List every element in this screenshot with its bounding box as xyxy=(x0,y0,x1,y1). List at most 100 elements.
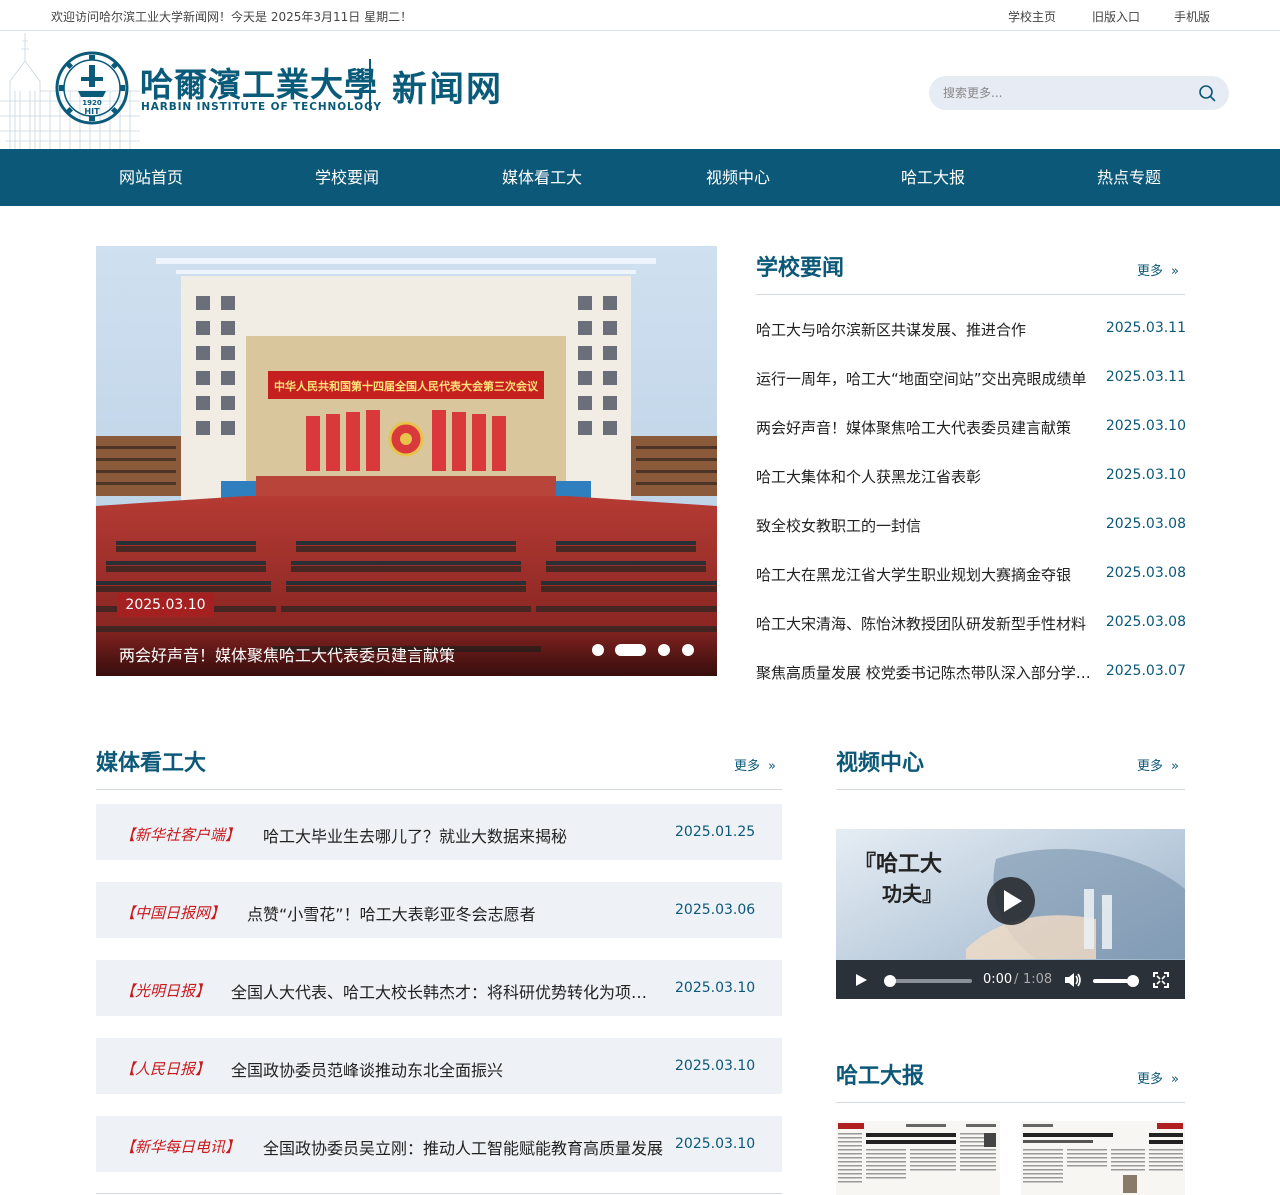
news-date: 2025.03.07 xyxy=(1105,663,1186,679)
section-divider xyxy=(756,294,1185,295)
media-source: 【人民日报】 xyxy=(120,1060,211,1078)
media-item[interactable]: 【新华社客户端】 哈工大毕业生去哪儿了？就业大数据来揭秘 2025.01.25 xyxy=(96,804,782,860)
news-title[interactable]: 哈工大宋清海、陈怡沐教授团队研发新型手性材料 xyxy=(756,613,1096,634)
media-title[interactable]: 全国政协委员范峰谈推动东北全面振兴 xyxy=(231,1057,662,1081)
carousel-dot[interactable] xyxy=(658,644,670,656)
fullscreen-icon[interactable] xyxy=(1153,972,1169,988)
media-date: 2025.03.10 xyxy=(675,1136,756,1152)
news-date: 2025.03.11 xyxy=(1105,320,1186,336)
nav-video[interactable]: 视频中心 xyxy=(658,149,818,206)
video-more[interactable]: 更多 » xyxy=(1137,755,1179,774)
news-title[interactable]: 哈工大在黑龙江省大学生职业规划大赛摘金夺银 xyxy=(756,564,1096,585)
volume-icon[interactable] xyxy=(1064,972,1082,988)
university-name-cn: 哈爾濱工業大學 xyxy=(140,65,378,104)
school-news-item[interactable]: 致全校女教职工的一封信 2025.03.08 xyxy=(756,515,1186,539)
school-news-item[interactable]: 哈工大宋清海、陈怡沐教授团队研发新型手性材料 2025.03.08 xyxy=(756,613,1186,637)
media-date: 2025.01.25 xyxy=(675,824,756,840)
media-title[interactable]: 哈工大毕业生去哪儿了？就业大数据来揭秘 xyxy=(263,823,663,847)
media-item[interactable]: 【光明日报】 全国人大代表、哈工大校长韩杰才：将科研优势转化为项目优势 2025… xyxy=(96,960,782,1016)
news-date: 2025.03.10 xyxy=(1105,418,1186,434)
school-news-item[interactable]: 两会好声音！媒体聚焦哈工大代表委员建言献策 2025.03.10 xyxy=(756,417,1186,441)
media-title[interactable]: 全国政协委员吴立刚：推动人工智能赋能教育高质量发展 xyxy=(263,1135,671,1159)
media-title[interactable]: 点赞“小雪花”！哈工大表彰亚冬会志愿者 xyxy=(247,901,663,925)
media-date: 2025.03.10 xyxy=(675,1058,756,1074)
site-name[interactable]: 新闻网 xyxy=(392,61,503,112)
search-icon[interactable] xyxy=(1198,84,1216,102)
search-box xyxy=(929,76,1229,110)
nav-school-news[interactable]: 学校要闻 xyxy=(267,149,427,206)
double-chevron-right-icon: » xyxy=(1171,264,1179,279)
news-date: 2025.03.10 xyxy=(1105,467,1186,483)
nav-newspaper[interactable]: 哈工大报 xyxy=(853,149,1013,206)
carousel-dot[interactable] xyxy=(592,644,604,656)
school-news-more[interactable]: 更多 » xyxy=(1137,260,1179,279)
carousel-date-badge: 2025.03.10 xyxy=(117,593,214,617)
media-more[interactable]: 更多 » xyxy=(734,755,776,774)
search-input[interactable] xyxy=(943,84,1183,102)
news-title[interactable]: 哈工大与哈尔滨新区共谋发展、推进合作 xyxy=(756,319,1096,340)
more-label[interactable]: 更多 xyxy=(1137,1072,1163,1087)
emblem-abbr: HIT xyxy=(84,107,100,116)
link-old-version[interactable]: 旧版入口 xyxy=(1092,8,1140,25)
media-date: 2025.03.06 xyxy=(675,902,756,918)
news-title[interactable]: 哈工大集体和个人获黑龙江省表彰 xyxy=(756,466,1096,487)
more-label[interactable]: 更多 xyxy=(1137,759,1163,774)
section-divider xyxy=(836,789,1185,790)
video-title[interactable]: 视频中心 xyxy=(836,745,924,777)
newspaper-page-image[interactable] xyxy=(1021,1121,1185,1195)
news-title[interactable]: 聚焦高质量发展 校党委书记陈杰带队深入部分学院调研 xyxy=(756,662,1096,683)
emblem-year: 1920 xyxy=(82,99,102,107)
media-source: 【中国日报网】 xyxy=(120,904,226,922)
double-chevron-right-icon: » xyxy=(1171,759,1179,774)
video-progress-thumb[interactable] xyxy=(884,975,896,987)
section-divider xyxy=(96,789,782,790)
volume-thumb[interactable] xyxy=(1127,975,1139,987)
media-item[interactable]: 【中国日报网】 点赞“小雪花”！哈工大表彰亚冬会志愿者 2025.03.06 xyxy=(96,882,782,938)
carousel-dot[interactable] xyxy=(682,644,694,656)
welcome-text: 欢迎访问哈尔滨工业大学新闻网！今天是 2025年3月11日 星期二！ xyxy=(51,10,413,24)
newspaper-page-image[interactable] xyxy=(836,1121,1000,1195)
news-title[interactable]: 致全校女教职工的一封信 xyxy=(756,515,1096,536)
carousel-caption[interactable]: 两会好声音！媒体聚焦哈工大代表委员建言献策 xyxy=(119,642,455,666)
school-news-item[interactable]: 哈工大与哈尔滨新区共谋发展、推进合作 2025.03.11 xyxy=(756,319,1186,343)
section-divider xyxy=(836,1102,1185,1103)
site-header: 1920 HIT 哈爾濱工業大學 HARBIN INSTITUTE OF TEC… xyxy=(0,31,1280,149)
news-date: 2025.03.11 xyxy=(1105,369,1186,385)
video-time-separator: / xyxy=(1014,972,1019,987)
main-nav: 网站首页 学校要闻 媒体看工大 视频中心 哈工大报 热点专题 xyxy=(0,149,1280,206)
news-title[interactable]: 运行一周年，哈工大“地面空间站”交出亮眼成绩单 xyxy=(756,368,1096,389)
school-news-item[interactable]: 哈工大集体和个人获黑龙江省表彰 2025.03.10 xyxy=(756,466,1186,490)
news-carousel[interactable]: 中华人民共和国第十四届全国人民代表大会第三次会议 2025.03.10 两会好声… xyxy=(96,246,717,676)
nav-home[interactable]: 网站首页 xyxy=(71,149,231,206)
nav-topics[interactable]: 热点专题 xyxy=(1049,149,1209,206)
nav-media[interactable]: 媒体看工大 xyxy=(462,149,622,206)
media-item[interactable]: 【新华每日电讯】 全国政协委员吴立刚：推动人工智能赋能教育高质量发展 2025.… xyxy=(96,1116,782,1172)
school-news-title[interactable]: 学校要闻 xyxy=(756,250,844,282)
newspaper-more[interactable]: 更多 » xyxy=(1137,1068,1179,1087)
media-title[interactable]: 媒体看工大 xyxy=(96,745,206,777)
university-name-en: HARBIN INSTITUTE OF TECHNOLOGY xyxy=(141,101,382,113)
video-overlay-title-1: 『哈工大 xyxy=(854,851,942,877)
more-label[interactable]: 更多 xyxy=(734,759,760,774)
video-controls: 0:00 / 1:08 xyxy=(836,960,1185,999)
link-mobile[interactable]: 手机版 xyxy=(1174,8,1210,25)
school-news-item[interactable]: 聚焦高质量发展 校党委书记陈杰带队深入部分学院调研 2025.03.07 xyxy=(756,662,1186,686)
video-progress-track[interactable] xyxy=(886,979,972,983)
media-item[interactable]: 【人民日报】 全国政协委员范峰谈推动东北全面振兴 2025.03.10 xyxy=(96,1038,782,1094)
video-player[interactable]: 『哈工大 功夫』 0:00 / 1:08 xyxy=(836,829,1185,999)
logo-divider xyxy=(369,59,371,111)
newspaper-page-thumbnail[interactable] xyxy=(1021,1121,1185,1195)
newspaper-page-thumbnail[interactable] xyxy=(836,1121,1000,1195)
news-date: 2025.03.08 xyxy=(1105,614,1186,630)
news-title[interactable]: 两会好声音！媒体聚焦哈工大代表委员建言献策 xyxy=(756,417,1096,438)
double-chevron-right-icon: » xyxy=(1171,1072,1179,1087)
carousel-dot-active[interactable] xyxy=(615,644,646,656)
link-school-home[interactable]: 学校主页 xyxy=(1008,8,1056,25)
play-icon[interactable] xyxy=(853,972,869,988)
school-news-item[interactable]: 运行一周年，哈工大“地面空间站”交出亮眼成绩单 2025.03.11 xyxy=(756,368,1186,392)
school-news-item[interactable]: 哈工大在黑龙江省大学生职业规划大赛摘金夺银 2025.03.08 xyxy=(756,564,1186,588)
newspaper-title[interactable]: 哈工大报 xyxy=(836,1058,924,1090)
media-source: 【光明日报】 xyxy=(120,982,211,1000)
more-label[interactable]: 更多 xyxy=(1137,264,1163,279)
media-title[interactable]: 全国人大代表、哈工大校长韩杰才：将科研优势转化为项目优势 xyxy=(231,979,662,1003)
